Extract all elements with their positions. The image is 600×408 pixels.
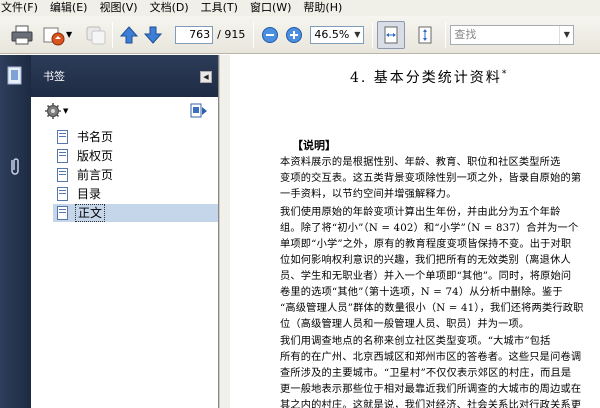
toolbar-separator xyxy=(253,21,255,48)
zoom-in-button[interactable] xyxy=(282,23,306,47)
document-view[interactable]: 4. 基本分类统计资料* 【说明】 本资料展示的是根据性别、年龄、教育、职位和社… xyxy=(230,55,600,408)
mail-icon xyxy=(43,27,65,45)
zoom-out-button[interactable] xyxy=(258,23,282,47)
menu-view[interactable]: 视图(V) xyxy=(99,0,137,16)
body-text-line: 一手资料，以节约空间并增强解释力。 xyxy=(280,189,457,200)
bookmark-label: 正文 xyxy=(75,203,106,222)
bookmark-item-selected[interactable]: 正文 xyxy=(57,203,106,222)
bookmark-label: 前言页 xyxy=(77,167,114,182)
bookmarks-panel-header: 书签 ◀ xyxy=(31,55,218,97)
body-text-line: 我们使用原始的年龄变项计算出生年份，并由此分为五个年龄 xyxy=(280,207,561,218)
zoom-level-value: 46.5% xyxy=(314,27,350,41)
menu-bar: 文件(F) 编辑(E) 视图(V) 文档(D) 工具(T) 窗口(W) 帮助(H… xyxy=(0,0,600,16)
page-number-input[interactable]: 763 xyxy=(175,25,214,44)
zoom-in-icon xyxy=(286,26,303,43)
search-input[interactable]: 查找 ▼ xyxy=(450,24,575,45)
bookmark-item[interactable]: 前言页 xyxy=(57,166,115,183)
new-bookmark-button[interactable] xyxy=(190,103,208,122)
menu-help[interactable]: 帮助(H) xyxy=(303,0,342,16)
menu-file[interactable]: 文件(F) xyxy=(1,0,38,16)
arrow-down-icon xyxy=(144,26,163,44)
body-text-line: 本资料展示的是根据性别、年龄、教育、职位和社区类型所选 xyxy=(280,157,561,168)
chevron-down-icon: ▼ xyxy=(354,29,361,39)
body-text-line: 员、学生和无职业者）并入一个单项即“其他”。同时，将原始问 xyxy=(280,271,572,282)
menu-window[interactable]: 窗口(W) xyxy=(250,0,291,16)
bookmark-label: 版权页 xyxy=(77,148,114,163)
body-text-line: 组。除了将“初小”（N = 402）和“小学”（N = 837）合并为一个 xyxy=(280,223,579,234)
menu-tools[interactable]: 工具(T) xyxy=(201,0,238,16)
footnote-mark: * xyxy=(501,69,509,80)
panel-splitter[interactable] xyxy=(219,55,230,408)
gear-icon xyxy=(45,103,61,119)
search-placeholder: 查找 xyxy=(454,27,477,41)
email-button[interactable] xyxy=(42,23,66,47)
body-text-line: 其之内的村庄。这就是说，我们对经济、社会关系比对行政关系更 xyxy=(280,400,582,408)
bookmarks-panel: 书签 ◀ ▼ 书名页 版权页 前言页 目录 正文 xyxy=(31,55,219,408)
fit-page-icon xyxy=(418,26,432,43)
fit-width-button[interactable] xyxy=(377,20,406,49)
toolbar-separator xyxy=(372,21,374,48)
body-text-line: 位如何影响权利意识的兴趣，我们把所有的无效类别（离退休人 xyxy=(280,255,571,266)
body-text-line: 变项的交互表。这五类背景变项除性别一项之外，皆录自原始的第 xyxy=(280,173,582,184)
bookmark-item[interactable]: 书名页 xyxy=(57,128,115,145)
menu-document[interactable]: 文档(D) xyxy=(150,0,189,16)
bookmark-label: 书名页 xyxy=(77,129,114,144)
chevron-down-icon[interactable]: ▼ xyxy=(559,25,573,44)
page-title-text: 4. 基本分类统计资料 xyxy=(350,70,502,86)
toolbar-separator xyxy=(445,21,447,48)
bookmarks-toolbar: ▼ xyxy=(31,97,218,125)
print-button[interactable] xyxy=(10,23,34,47)
page-title: 4. 基本分类统计资料* xyxy=(350,67,508,87)
zoom-out-icon xyxy=(262,26,279,43)
arrow-up-icon xyxy=(120,25,139,43)
body-text-line: “高级管理人员”群体的数量很小（N = 41），我们还将两类行政职 xyxy=(280,303,584,314)
fit-width-icon xyxy=(384,26,398,43)
attachments-panel-button[interactable] xyxy=(5,155,25,177)
next-page-button[interactable] xyxy=(141,23,165,47)
fit-page-button[interactable] xyxy=(411,21,439,49)
body-text-line: 查所涉及的主要城市。“卫星村”不仅仅表示郊区的村庄，而且是 xyxy=(280,368,572,379)
chevron-down-icon: ▼ xyxy=(63,107,69,115)
email-dropdown-icon[interactable]: ▼ xyxy=(66,30,72,39)
navigation-pane-strip xyxy=(0,55,31,408)
bookmark-item[interactable]: 版权页 xyxy=(57,147,115,164)
body-text-line: 所有的在广州、北京西城区和郑州市区的答卷者。这些只是问卷调 xyxy=(280,352,582,363)
new-bookmark-icon xyxy=(190,103,207,118)
toolbar: ▼ 763 / 915 46.5% ▼ 查找 ▼ xyxy=(0,16,600,54)
bookmark-item[interactable]: 目录 xyxy=(57,185,103,202)
previous-page-button[interactable] xyxy=(117,23,141,47)
bookmark-page-icon xyxy=(57,148,68,163)
bookmark-page-icon xyxy=(57,167,68,182)
bookmark-page-icon xyxy=(57,205,68,220)
bookmark-page-icon xyxy=(57,186,68,201)
bookmark-label: 目录 xyxy=(77,186,102,201)
body-text-line: 位（高级管理人员和一般管理人员、职员）并为一项。 xyxy=(280,319,530,330)
bookmarks-title: 书签 xyxy=(43,70,65,83)
bookmark-page-icon xyxy=(57,129,68,144)
section-heading: 【说明】 xyxy=(292,139,336,152)
body-text-line: 卷里的选项“其他”（第十选项，N = 74）从分析中删除。鉴于 xyxy=(280,287,563,298)
body-text-line: 单项即“小学”之外，原有的教育程度变项皆保持不变。出于对职 xyxy=(280,239,572,250)
body-text-line: 更一般地表示那些位于相对最靠近我们所调查的大城市的周边或在 xyxy=(280,384,582,395)
pages-icon xyxy=(7,66,22,85)
collaborate-button[interactable] xyxy=(84,23,108,47)
zoom-level-select[interactable]: 46.5% ▼ xyxy=(310,25,365,44)
printer-icon xyxy=(11,25,33,44)
page-total: / 915 xyxy=(217,28,246,41)
options-menu-button[interactable]: ▼ xyxy=(45,103,68,119)
menu-edit[interactable]: 编辑(E) xyxy=(50,0,88,16)
toolbar-separator xyxy=(112,21,114,48)
paperclip-icon xyxy=(11,158,19,175)
pages-panel-button[interactable] xyxy=(5,65,25,87)
review-icon xyxy=(86,26,106,44)
collapse-panel-button[interactable]: ◀ xyxy=(200,71,212,83)
body-text-line: 我们用调查地点的名称来创立社区类型变项。“大城市”包括 xyxy=(280,336,551,347)
